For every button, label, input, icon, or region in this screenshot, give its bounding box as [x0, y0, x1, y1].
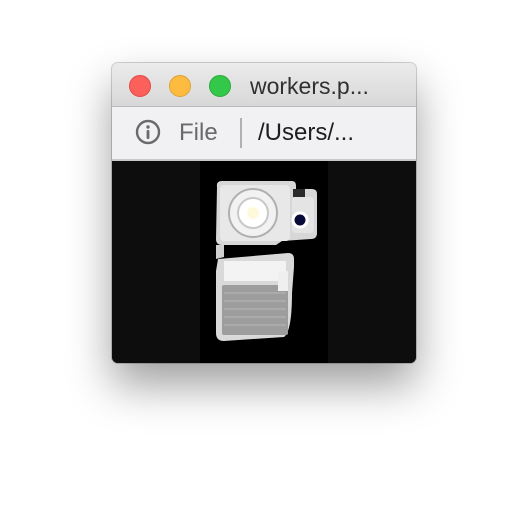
image-preview-area [112, 161, 416, 363]
file-menu-button[interactable]: File [179, 119, 218, 147]
title-bar[interactable]: workers.p... [112, 63, 416, 107]
window-title: workers.p... [250, 73, 369, 99]
file-path-label[interactable]: /Users/... [258, 119, 354, 147]
preview-window: workers.p... File /Users/... [112, 63, 416, 363]
toolbar: File /Users/... [112, 107, 416, 161]
minimize-button[interactable] [169, 75, 191, 97]
close-button[interactable] [129, 75, 151, 97]
toolbar-divider [240, 118, 242, 148]
camera-module-photo [112, 161, 416, 363]
maximize-button[interactable] [209, 75, 231, 97]
info-circle-icon[interactable] [135, 119, 161, 145]
